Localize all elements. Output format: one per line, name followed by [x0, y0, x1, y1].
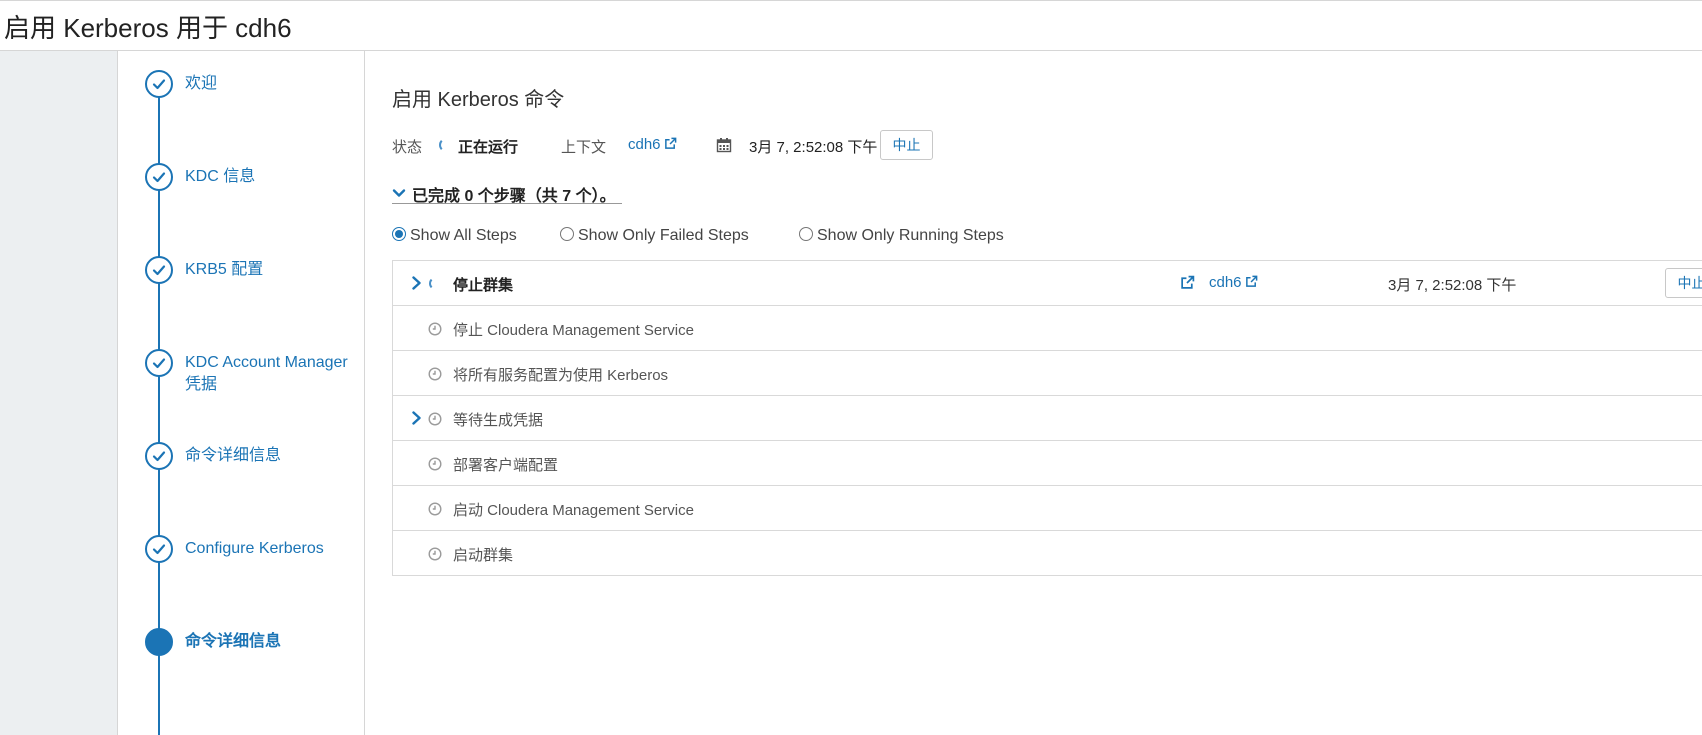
step-row-start-cms: 启动 Cloudera Management Service — [393, 486, 1702, 531]
external-link-icon[interactable] — [1180, 275, 1195, 290]
step-filter-group: Show All Steps Show Only Failed Steps Sh… — [392, 227, 1392, 249]
filter-label: Show Only Running Steps — [817, 227, 1004, 244]
context-link-text: cdh6 — [628, 136, 661, 153]
check-icon — [145, 535, 173, 563]
abort-step-button[interactable]: 中止 — [1665, 268, 1702, 298]
status-value: 正在运行 — [458, 139, 519, 156]
step-row-configure-services-kerberos: 将所有服务配置为使用 Kerberos — [393, 351, 1702, 396]
filter-show-only-running-steps[interactable]: Show Only Running Steps — [799, 227, 1004, 245]
left-gutter — [0, 51, 118, 735]
wizard-step-label[interactable]: KDC 信息 — [185, 166, 360, 188]
step-row-stop-cms: 停止 Cloudera Management Service — [393, 306, 1702, 351]
check-icon — [145, 163, 173, 191]
page-header: 启用 Kerberos 用于 cdh6 — [0, 0, 1702, 51]
running-spinner-icon — [439, 138, 453, 152]
check-icon — [145, 70, 173, 98]
current-step-dot-icon — [145, 628, 173, 656]
radio-unchecked-icon[interactable] — [560, 227, 574, 241]
check-icon — [145, 442, 173, 470]
step-name: 停止 Cloudera Management Service — [453, 322, 694, 339]
filter-show-only-failed-steps[interactable]: Show Only Failed Steps — [560, 227, 749, 245]
clock-icon — [428, 457, 442, 471]
step-row-stop-cluster: 停止群集 cdh6 3月 7, 2:52:08 下午 中止 — [393, 261, 1702, 306]
chevron-right-icon[interactable] — [410, 276, 423, 290]
clock-icon — [428, 367, 442, 381]
calendar-icon — [716, 138, 732, 153]
wizard-step-label[interactable]: Configure Kerberos — [185, 538, 360, 560]
clock-icon — [428, 502, 442, 516]
filter-label: Show Only Failed Steps — [578, 227, 749, 244]
step-row-wait-credentials: 等待生成凭据 — [393, 396, 1702, 441]
context-label: 上下文 — [561, 139, 607, 156]
check-icon — [145, 256, 173, 284]
step-name: 将所有服务配置为使用 Kerberos — [453, 367, 669, 384]
steps-summary-text: 已完成 0 个步骤（共 7 个）。 — [412, 188, 616, 205]
chevron-down-icon — [392, 189, 406, 197]
command-title: 启用 Kerberos 命令 — [392, 89, 565, 111]
clock-icon — [428, 322, 442, 336]
wizard-step-label[interactable]: KRB5 配置 — [185, 259, 360, 281]
step-context-text: cdh6 — [1209, 274, 1242, 291]
radio-unchecked-icon[interactable] — [799, 227, 813, 241]
wizard-step-label[interactable]: 命令详细信息 — [185, 445, 360, 467]
step-context-link[interactable]: cdh6 — [1209, 274, 1258, 291]
check-icon — [145, 349, 173, 377]
filter-show-all-steps[interactable]: Show All Steps — [392, 227, 517, 245]
step-name: 等待生成凭据 — [453, 412, 544, 429]
main-content: 启用 Kerberos 命令 状态 正在运行 上下文 cdh6 3月 7, 2:… — [365, 51, 1702, 735]
wizard-step-label[interactable]: KDC Account Manager 凭据 — [185, 352, 360, 396]
wizard-step-label[interactable]: 命令详细信息 — [185, 631, 360, 653]
command-start-time: 3月 7, 2:52:08 下午 — [749, 139, 878, 156]
step-time: 3月 7, 2:52:08 下午 — [1388, 277, 1517, 294]
page-title: 启用 Kerberos 用于 cdh6 — [4, 13, 292, 43]
steps-summary-toggle[interactable]: 已完成 0 个步骤（共 7 个）。 — [392, 182, 622, 205]
step-row-start-cluster: 启动群集 — [393, 531, 1702, 576]
running-spinner-icon — [429, 277, 442, 290]
clock-icon — [428, 412, 442, 426]
context-link[interactable]: cdh6 — [628, 136, 677, 153]
step-row-deploy-client-config: 部署客户端配置 — [393, 441, 1702, 486]
wizard-step-label[interactable]: 欢迎 — [185, 73, 360, 95]
filter-label: Show All Steps — [410, 227, 517, 244]
abort-command-button[interactable]: 中止 — [880, 130, 933, 160]
step-name: 启动群集 — [453, 547, 514, 564]
external-link-icon — [1245, 275, 1257, 287]
external-link-icon — [664, 137, 676, 149]
steps-table: 停止群集 cdh6 3月 7, 2:52:08 下午 中止 停止 Clouder… — [392, 260, 1702, 576]
command-status-row: 状态 正在运行 上下文 cdh6 3月 7, 2:52:08 下午 中止 — [392, 130, 1692, 162]
step-name: 停止群集 — [453, 277, 514, 294]
radio-checked-icon[interactable] — [392, 227, 406, 241]
step-name: 启动 Cloudera Management Service — [453, 502, 694, 519]
clock-icon — [428, 547, 442, 561]
status-label: 状态 — [392, 139, 423, 156]
wizard-sidebar: 欢迎 KDC 信息 KRB5 配置 KDC Account Manager 凭据… — [118, 51, 365, 735]
chevron-right-icon[interactable] — [410, 411, 423, 425]
step-name: 部署客户端配置 — [453, 457, 559, 474]
